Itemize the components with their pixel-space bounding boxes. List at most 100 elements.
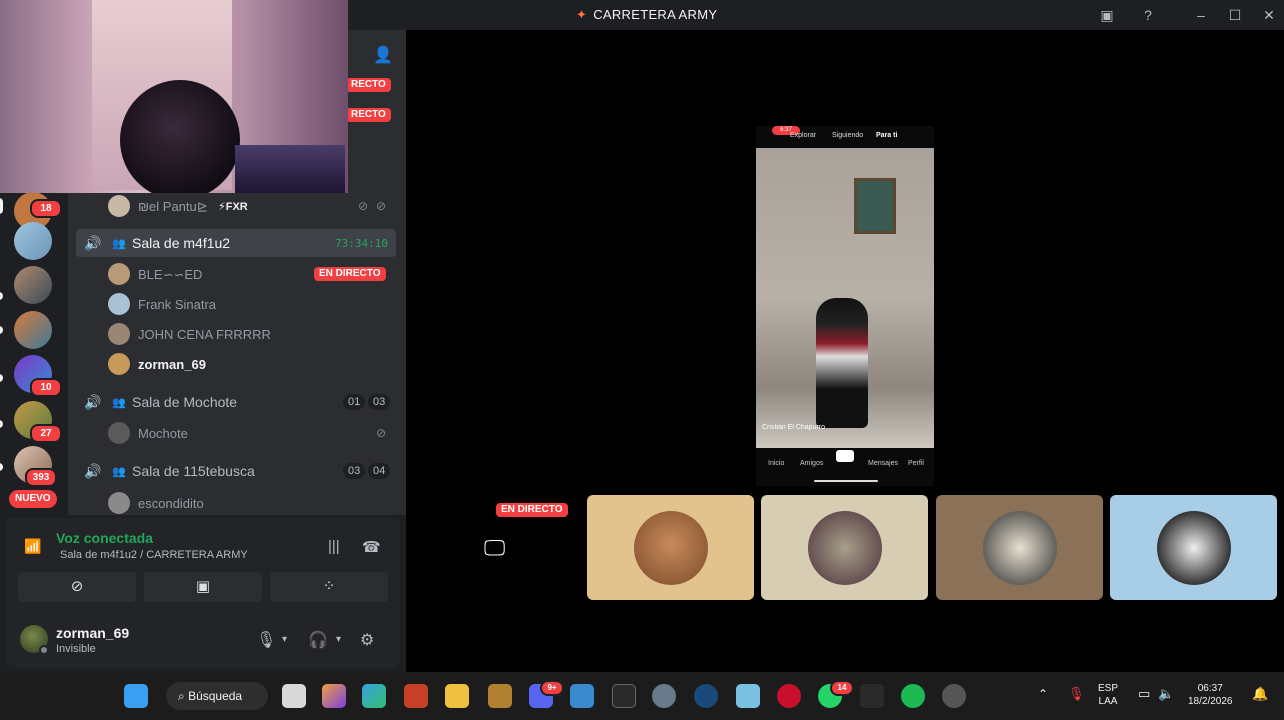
minimize-button[interactable]: – [1190, 5, 1212, 25]
phone-screen-share[interactable]: 6:37 Explorar Siguiendo Para ti Cristian… [756, 126, 934, 486]
muted-mic-icon: ⊘ [376, 426, 387, 440]
epic-games-icon[interactable] [612, 684, 636, 708]
server-icon-3[interactable] [14, 266, 52, 304]
nav-perfil: Perfil [908, 460, 924, 467]
microphone-icon[interactable]: 🎙 [256, 630, 276, 650]
channel-name: Sala de 115tebusca [132, 463, 255, 479]
voice-member[interactable]: Frank Sinatra [68, 290, 406, 318]
task-view-icon[interactable] [282, 684, 306, 708]
voice-member[interactable]: Mochote ⊘ [68, 419, 406, 447]
tab-explorar: Explorar [790, 132, 817, 139]
add-friend-icon[interactable]: 👤 [373, 45, 393, 65]
voice-member[interactable]: ₪el Pantu⊵ ⚡FXR ⊘ ⊘ [68, 192, 406, 220]
help-icon[interactable]: ? [1137, 5, 1159, 25]
activities-button[interactable]: ⁘ [270, 572, 388, 602]
microphone-icon[interactable]: 🎙 [1068, 687, 1085, 700]
file-explorer-icon[interactable] [445, 684, 469, 708]
avatar [1157, 511, 1231, 585]
app-icon[interactable] [736, 684, 760, 708]
taskbar-search[interactable]: ⌕ Búsqueda [166, 682, 268, 710]
status-icon [39, 645, 49, 655]
clock[interactable]: 06:37 18/2/2026 [1188, 682, 1233, 708]
windows-start-icon[interactable] [124, 684, 148, 708]
server-indicator [0, 463, 3, 471]
live-badge: EN DIRECTO [314, 267, 386, 281]
headphones-icon[interactable]: 🎧 [308, 630, 328, 650]
participant-tile[interactable] [587, 495, 754, 600]
webcam-person [120, 80, 240, 193]
store-icon[interactable] [570, 684, 594, 708]
avatar [108, 323, 130, 345]
server-icon-2[interactable] [14, 222, 52, 260]
member-tag: ⚡FXR [218, 201, 248, 213]
avatar [108, 353, 130, 375]
voice-channel-sala-mochote[interactable]: 🔊 👥 Sala de Mochote 01 03 [76, 388, 396, 416]
volume-icon[interactable]: 🔈 [1158, 687, 1174, 700]
avatar [108, 195, 130, 217]
settings-icon[interactable] [652, 684, 676, 708]
voice-member[interactable]: JOHN CENA FRRRRR [68, 320, 406, 348]
disconnect-icon[interactable]: ☎ [362, 538, 381, 556]
group-icon: 👥 [112, 397, 126, 409]
member-name: escondidito [138, 496, 204, 511]
network-icon[interactable]: ▭ [1138, 687, 1150, 700]
app-icon[interactable] [860, 684, 884, 708]
member-name: ₪el Pantu⊵ [138, 199, 208, 214]
close-button[interactable]: ✕ [1258, 5, 1280, 25]
member-name: JOHN CENA FRRRRR [138, 327, 271, 342]
muted-mic-icon: ⊘ [358, 199, 369, 213]
voice-location[interactable]: Sala de m4f1u2 / CARRETERA ARMY [60, 549, 248, 561]
channel-name: Sala de Mochote [132, 394, 238, 410]
chevron-up-icon[interactable]: ⌃ [1038, 688, 1048, 701]
steam-icon[interactable] [694, 684, 718, 708]
camera-off-button[interactable]: ⊘ [18, 572, 136, 602]
feed-tabs: Explorar Siguiendo Para ti [756, 132, 934, 148]
chevron-down-icon[interactable]: ▾ [282, 634, 287, 645]
noise-suppression-icon[interactable]: ||| [328, 538, 340, 555]
app-icon[interactable] [404, 684, 428, 708]
voice-status[interactable]: Voz conectada [56, 530, 153, 546]
settings-icon[interactable]: ⚙ [360, 630, 374, 650]
language-indicator[interactable]: ESP LAA [1098, 682, 1118, 708]
screen-share-icon[interactable]: ▣ [1096, 5, 1118, 25]
avatar [108, 422, 130, 444]
participant-tile[interactable] [761, 495, 928, 600]
app-icon[interactable] [488, 684, 512, 708]
user-status: Invisible [56, 643, 96, 655]
voice-channel-sala-115tebusca[interactable]: 🔊 👥 Sala de 115tebusca 03 04 [76, 457, 396, 485]
participant-tile[interactable] [936, 495, 1103, 600]
avatar [634, 511, 708, 585]
copilot-icon[interactable] [322, 684, 346, 708]
member-name: Frank Sinatra [138, 297, 217, 312]
tab-siguiendo: Siguiendo [832, 132, 864, 139]
windows-taskbar: ⌕ Búsqueda 9+ 14 ⌃ 🎙 ESP LAA ▭ 🔈 06:37 1… [0, 672, 1284, 720]
server-icon-4[interactable] [14, 311, 52, 349]
stream-stage: 6:37 Explorar Siguiendo Para ti Cristian… [406, 30, 1284, 672]
voice-member[interactable]: BLE∽∽ED EN DIRECTO [68, 260, 406, 288]
server-indicator [0, 198, 3, 214]
avatar [108, 492, 130, 514]
voice-member[interactable]: escondidito [68, 489, 406, 515]
notifications-icon[interactable]: 🔔 [1252, 687, 1268, 700]
screen-share-button[interactable]: ▣ [144, 572, 262, 602]
group-icon: 👥 [112, 238, 126, 250]
live-badge: RECTO [346, 108, 391, 122]
new-unreads-badge[interactable]: NUEVO [9, 490, 57, 508]
maximize-button[interactable]: ☐ [1224, 5, 1246, 25]
voice-channel-sala-m4f1u2[interactable]: 🔊 👥 Sala de m4f1u2 73:34:10 [76, 229, 396, 257]
member-count: 03 [343, 463, 366, 479]
stream-tile-screen[interactable]: EN DIRECTO 🖵 [414, 495, 581, 600]
avatar [108, 293, 130, 315]
app-icon[interactable] [942, 684, 966, 708]
participant-tile[interactable] [1110, 495, 1277, 600]
chevron-down-icon[interactable]: ▾ [336, 634, 341, 645]
avatar [808, 511, 882, 585]
video-frame [756, 148, 934, 448]
server-badge: 18 [30, 199, 62, 218]
username[interactable]: zorman_69 [56, 625, 129, 641]
spotify-icon[interactable] [901, 684, 925, 708]
server-badge: 10 [30, 378, 62, 397]
opera-icon[interactable] [777, 684, 801, 708]
voice-member[interactable]: zorman_69 [68, 350, 406, 378]
edge-icon[interactable] [362, 684, 386, 708]
